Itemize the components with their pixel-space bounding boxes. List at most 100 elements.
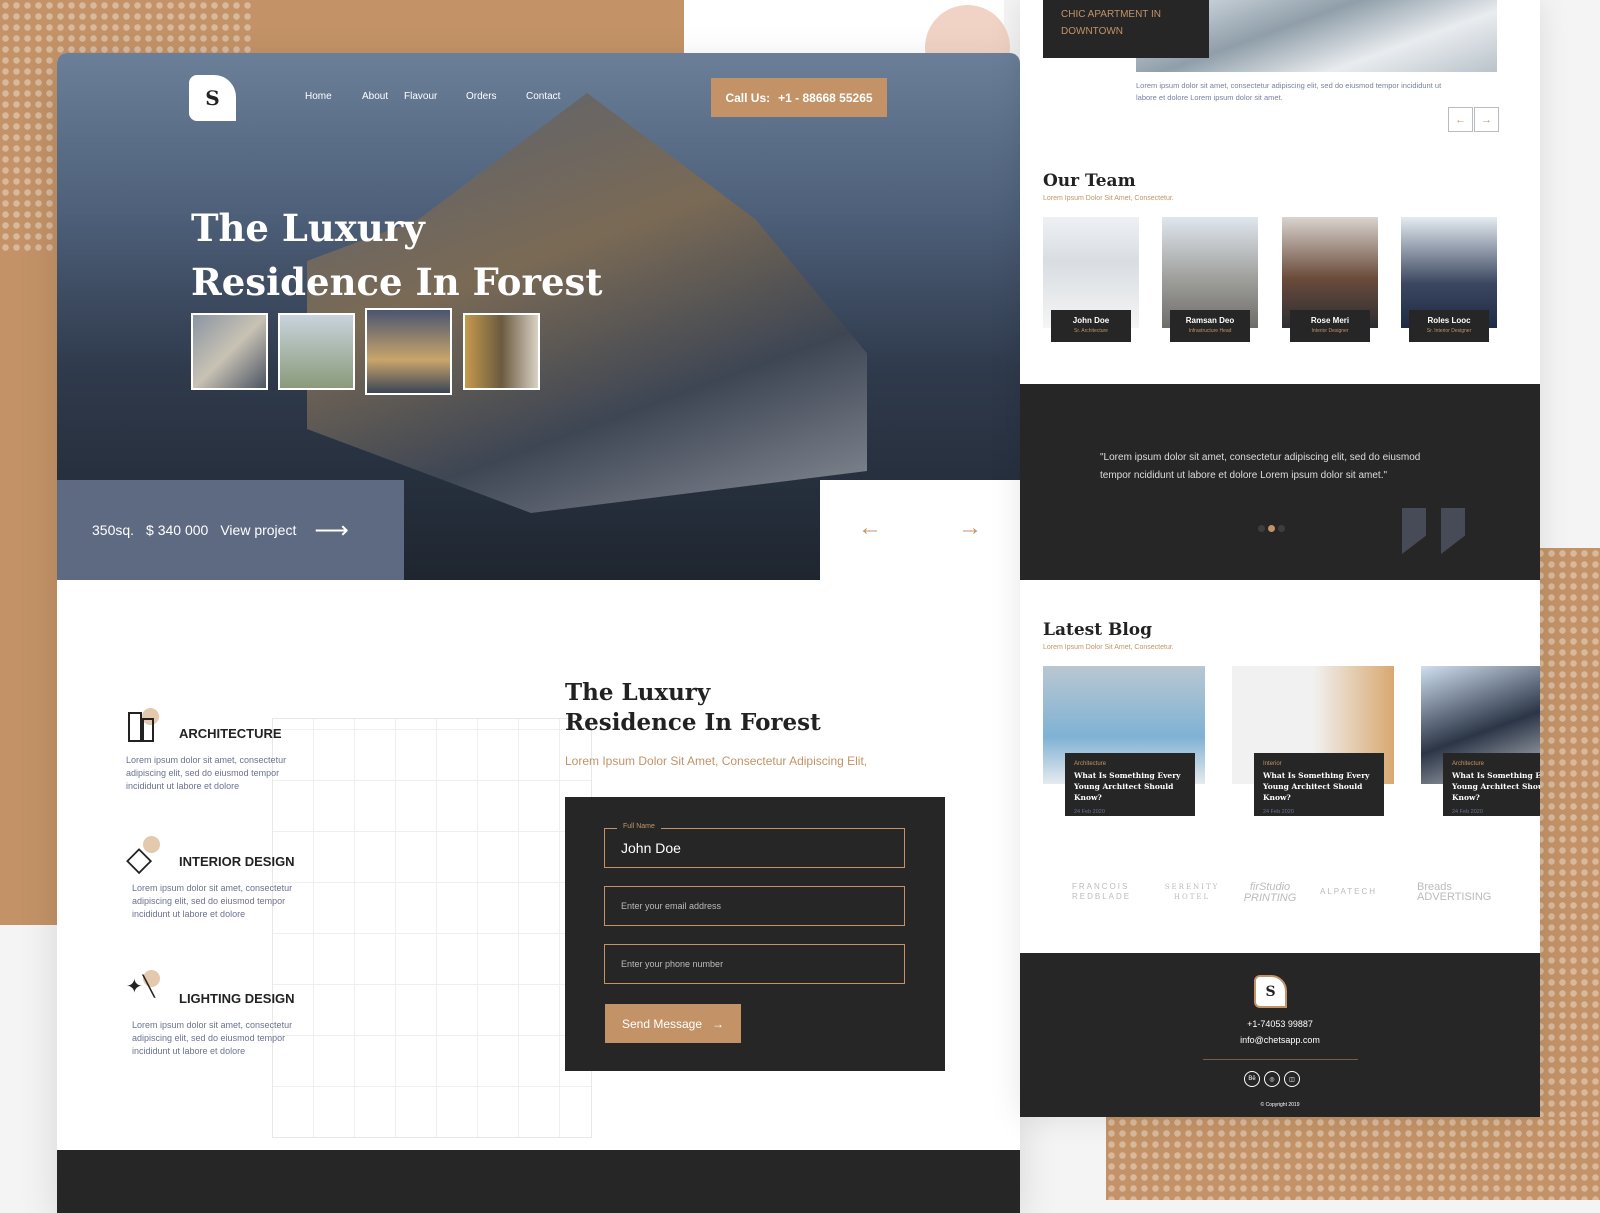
member-name: John Doe bbox=[1072, 316, 1110, 325]
logo[interactable]: S bbox=[189, 75, 236, 121]
project-area: 350sq. bbox=[92, 522, 135, 538]
call-label: Call Us: bbox=[725, 90, 771, 105]
thumbnail-1[interactable] bbox=[191, 313, 268, 390]
team-member[interactable]: John Doe Sr. Architecture bbox=[1043, 217, 1139, 342]
service-text: Lorem ipsum dolor sit amet, consectetur … bbox=[132, 883, 293, 919]
phone-field[interactable]: Enter your phone number bbox=[604, 944, 905, 984]
member-label: Ramsan Deo Infrastructure Head bbox=[1170, 310, 1250, 342]
blog-date: 24 Feb 2020 bbox=[1263, 809, 1294, 815]
nav-contact[interactable]: Contact bbox=[526, 91, 560, 102]
blog-category: Architecture bbox=[1452, 761, 1485, 767]
blog-date: 24 Feb 2020 bbox=[1074, 809, 1105, 815]
member-role: Infrastructure Head bbox=[1188, 328, 1232, 334]
blog-card[interactable]: Interior What Is Something Every Young Ar… bbox=[1232, 666, 1394, 816]
project-price: $ 340 000 bbox=[146, 522, 209, 538]
blog-info: Interior What Is Something Every Young Ar… bbox=[1254, 753, 1384, 816]
next-slide-icon[interactable]: → bbox=[958, 514, 982, 542]
nav-orders[interactable]: Orders bbox=[466, 91, 497, 102]
contact-title: The Luxury Residence In Forest bbox=[565, 678, 821, 738]
contact-title-line2: Residence In Forest bbox=[565, 709, 821, 736]
thumbnail-2[interactable] bbox=[278, 313, 355, 390]
team-title: Our Team bbox=[1043, 171, 1136, 191]
dot[interactable] bbox=[1258, 525, 1265, 532]
view-project-link[interactable]: View project bbox=[220, 522, 296, 538]
blog-info: Architecture What Is Something Every Youn… bbox=[1065, 753, 1195, 816]
project-text: Lorem ipsum dolor sit amet, consectetur … bbox=[1136, 81, 1442, 102]
testimonial-quote: "Lorem ipsum dolor sit amet, consectetur… bbox=[1100, 452, 1421, 481]
contact-title-line1: The Luxury bbox=[565, 679, 711, 706]
partner-logo-breads: Breads ADVERTISING bbox=[1417, 881, 1492, 903]
service-title: LIGHTING DESIGN bbox=[179, 991, 295, 1006]
partner-logo-firstudio: firStudio PRINTING bbox=[1243, 881, 1297, 904]
member-role: Sr. Architecture bbox=[1074, 328, 1108, 334]
member-label: John Doe Sr. Architecture bbox=[1051, 310, 1131, 342]
quote-mark-icon bbox=[1441, 508, 1465, 554]
footer-phone: +1-74053 99887 bbox=[1247, 1019, 1313, 1029]
team-subtitle: Lorem Ipsum Dolor Sit Amet, Consectetur. bbox=[1043, 195, 1174, 202]
call-number: +1 - 88668 55265 bbox=[778, 90, 873, 105]
footer-bar bbox=[57, 1150, 1020, 1213]
member-label: Roles Looc Sr. Interior Designer bbox=[1409, 310, 1489, 342]
project-next-button[interactable]: → bbox=[1474, 107, 1499, 132]
blog-card[interactable]: Architecture What Is Something Every Youn… bbox=[1043, 666, 1205, 816]
house-sketch bbox=[272, 718, 592, 1138]
partner-logo-alpatech: ALPATECH bbox=[1320, 887, 1378, 896]
nav-home[interactable]: Home bbox=[305, 91, 332, 102]
service-title: ARCHITECTURE bbox=[179, 726, 282, 741]
full-name-value: John Doe bbox=[621, 840, 681, 856]
thumbnail-3-active[interactable] bbox=[365, 308, 452, 395]
full-name-field[interactable]: Full Name John Doe bbox=[604, 823, 905, 868]
email-field[interactable]: Enter your email address bbox=[604, 886, 905, 926]
testimonial-dots bbox=[1258, 525, 1285, 532]
nav-flavour[interactable]: Flavour bbox=[404, 91, 437, 102]
dot-active[interactable] bbox=[1268, 525, 1275, 532]
magic-wand-icon: ✦╲ bbox=[126, 968, 166, 1008]
blog-subtitle: Lorem Ipsum Dolor Sit Amet, Consectetur. bbox=[1043, 644, 1174, 651]
blog-post-title[interactable]: What Is Something Every Young Architect … bbox=[1452, 770, 1540, 803]
email-placeholder: Enter your email address bbox=[621, 901, 722, 911]
prev-slide-icon[interactable]: ← bbox=[858, 514, 882, 542]
blog-card[interactable]: Architecture What Is Something Every Youn… bbox=[1421, 666, 1540, 816]
blog-date: 24 Feb 2020 bbox=[1452, 809, 1483, 815]
project-title-box: CHIC APARTMENT IN DOWNTOWN bbox=[1043, 0, 1209, 58]
footer-divider bbox=[1203, 1059, 1358, 1060]
dot[interactable] bbox=[1278, 525, 1285, 532]
hero-slider-controls: ← → bbox=[820, 480, 1020, 580]
footer-email[interactable]: info@chetsapp.com bbox=[1020, 1035, 1540, 1045]
footer-logo[interactable]: S bbox=[1254, 975, 1287, 1008]
send-message-button[interactable]: Send Message → bbox=[605, 1004, 741, 1043]
main-page: S Home About Flavour Orders Contact Call… bbox=[57, 53, 1020, 1213]
send-label: Send Message bbox=[621, 1016, 703, 1031]
partner-logo-francois: FRANCOIS REDBLADE bbox=[1072, 882, 1132, 901]
phone-placeholder: Enter your phone number bbox=[621, 959, 724, 969]
member-role: Interior Designer bbox=[1311, 328, 1349, 334]
team-member[interactable]: Ramsan Deo Infrastructure Head bbox=[1162, 217, 1258, 342]
secondary-page: CHIC APARTMENT IN DOWNTOWN Lorem ipsum d… bbox=[1020, 0, 1540, 1117]
project-info-bar: 350sq. $ 340 000 View project ⟶ bbox=[57, 480, 404, 580]
blog-category: Interior bbox=[1263, 761, 1282, 767]
partner-logo-serenity: SERENITY HOTEL bbox=[1164, 883, 1220, 901]
service-text: Lorem ipsum dolor sit amet, consectetur … bbox=[132, 1020, 293, 1056]
hero-title-line1: The Luxury bbox=[191, 206, 425, 250]
blog-info: Architecture What Is Something Every Youn… bbox=[1443, 753, 1540, 816]
call-us-button[interactable]: Call Us: +1 - 88668 55265 bbox=[711, 78, 887, 117]
arrow-right-icon[interactable]: ⟶ bbox=[314, 516, 348, 545]
blog-post-title[interactable]: What Is Something Every Young Architect … bbox=[1074, 770, 1186, 803]
hero-title: The Luxury Residence In Forest bbox=[191, 201, 602, 309]
project-prev-button[interactable]: ← bbox=[1448, 107, 1473, 132]
testimonial-section: "Lorem ipsum dolor sit amet, consectetur… bbox=[1020, 384, 1540, 580]
service-text: Lorem ipsum dolor sit amet, consectetur … bbox=[126, 755, 287, 791]
blog-post-title[interactable]: What Is Something Every Young Architect … bbox=[1263, 770, 1375, 803]
quote-mark-icon bbox=[1402, 508, 1426, 554]
member-label: Rose Meri Interior Designer bbox=[1290, 310, 1370, 342]
dribbble-icon[interactable]: ◎ bbox=[1264, 1071, 1280, 1087]
team-member[interactable]: Rose Meri Interior Designer bbox=[1282, 217, 1378, 342]
instagram-icon[interactable]: ◫ bbox=[1284, 1071, 1300, 1087]
service-title: INTERIOR DESIGN bbox=[179, 854, 295, 869]
nav-about[interactable]: About bbox=[362, 91, 388, 102]
team-member[interactable]: Roles Looc Sr. Interior Designer bbox=[1401, 217, 1497, 342]
thumbnail-4[interactable] bbox=[463, 313, 540, 390]
behance-icon[interactable]: Bē bbox=[1244, 1071, 1260, 1087]
hero-title-line2: Residence In Forest bbox=[191, 260, 603, 304]
contact-subtitle: Lorem Ipsum Dolor Sit Amet, Consectetur … bbox=[565, 754, 868, 768]
